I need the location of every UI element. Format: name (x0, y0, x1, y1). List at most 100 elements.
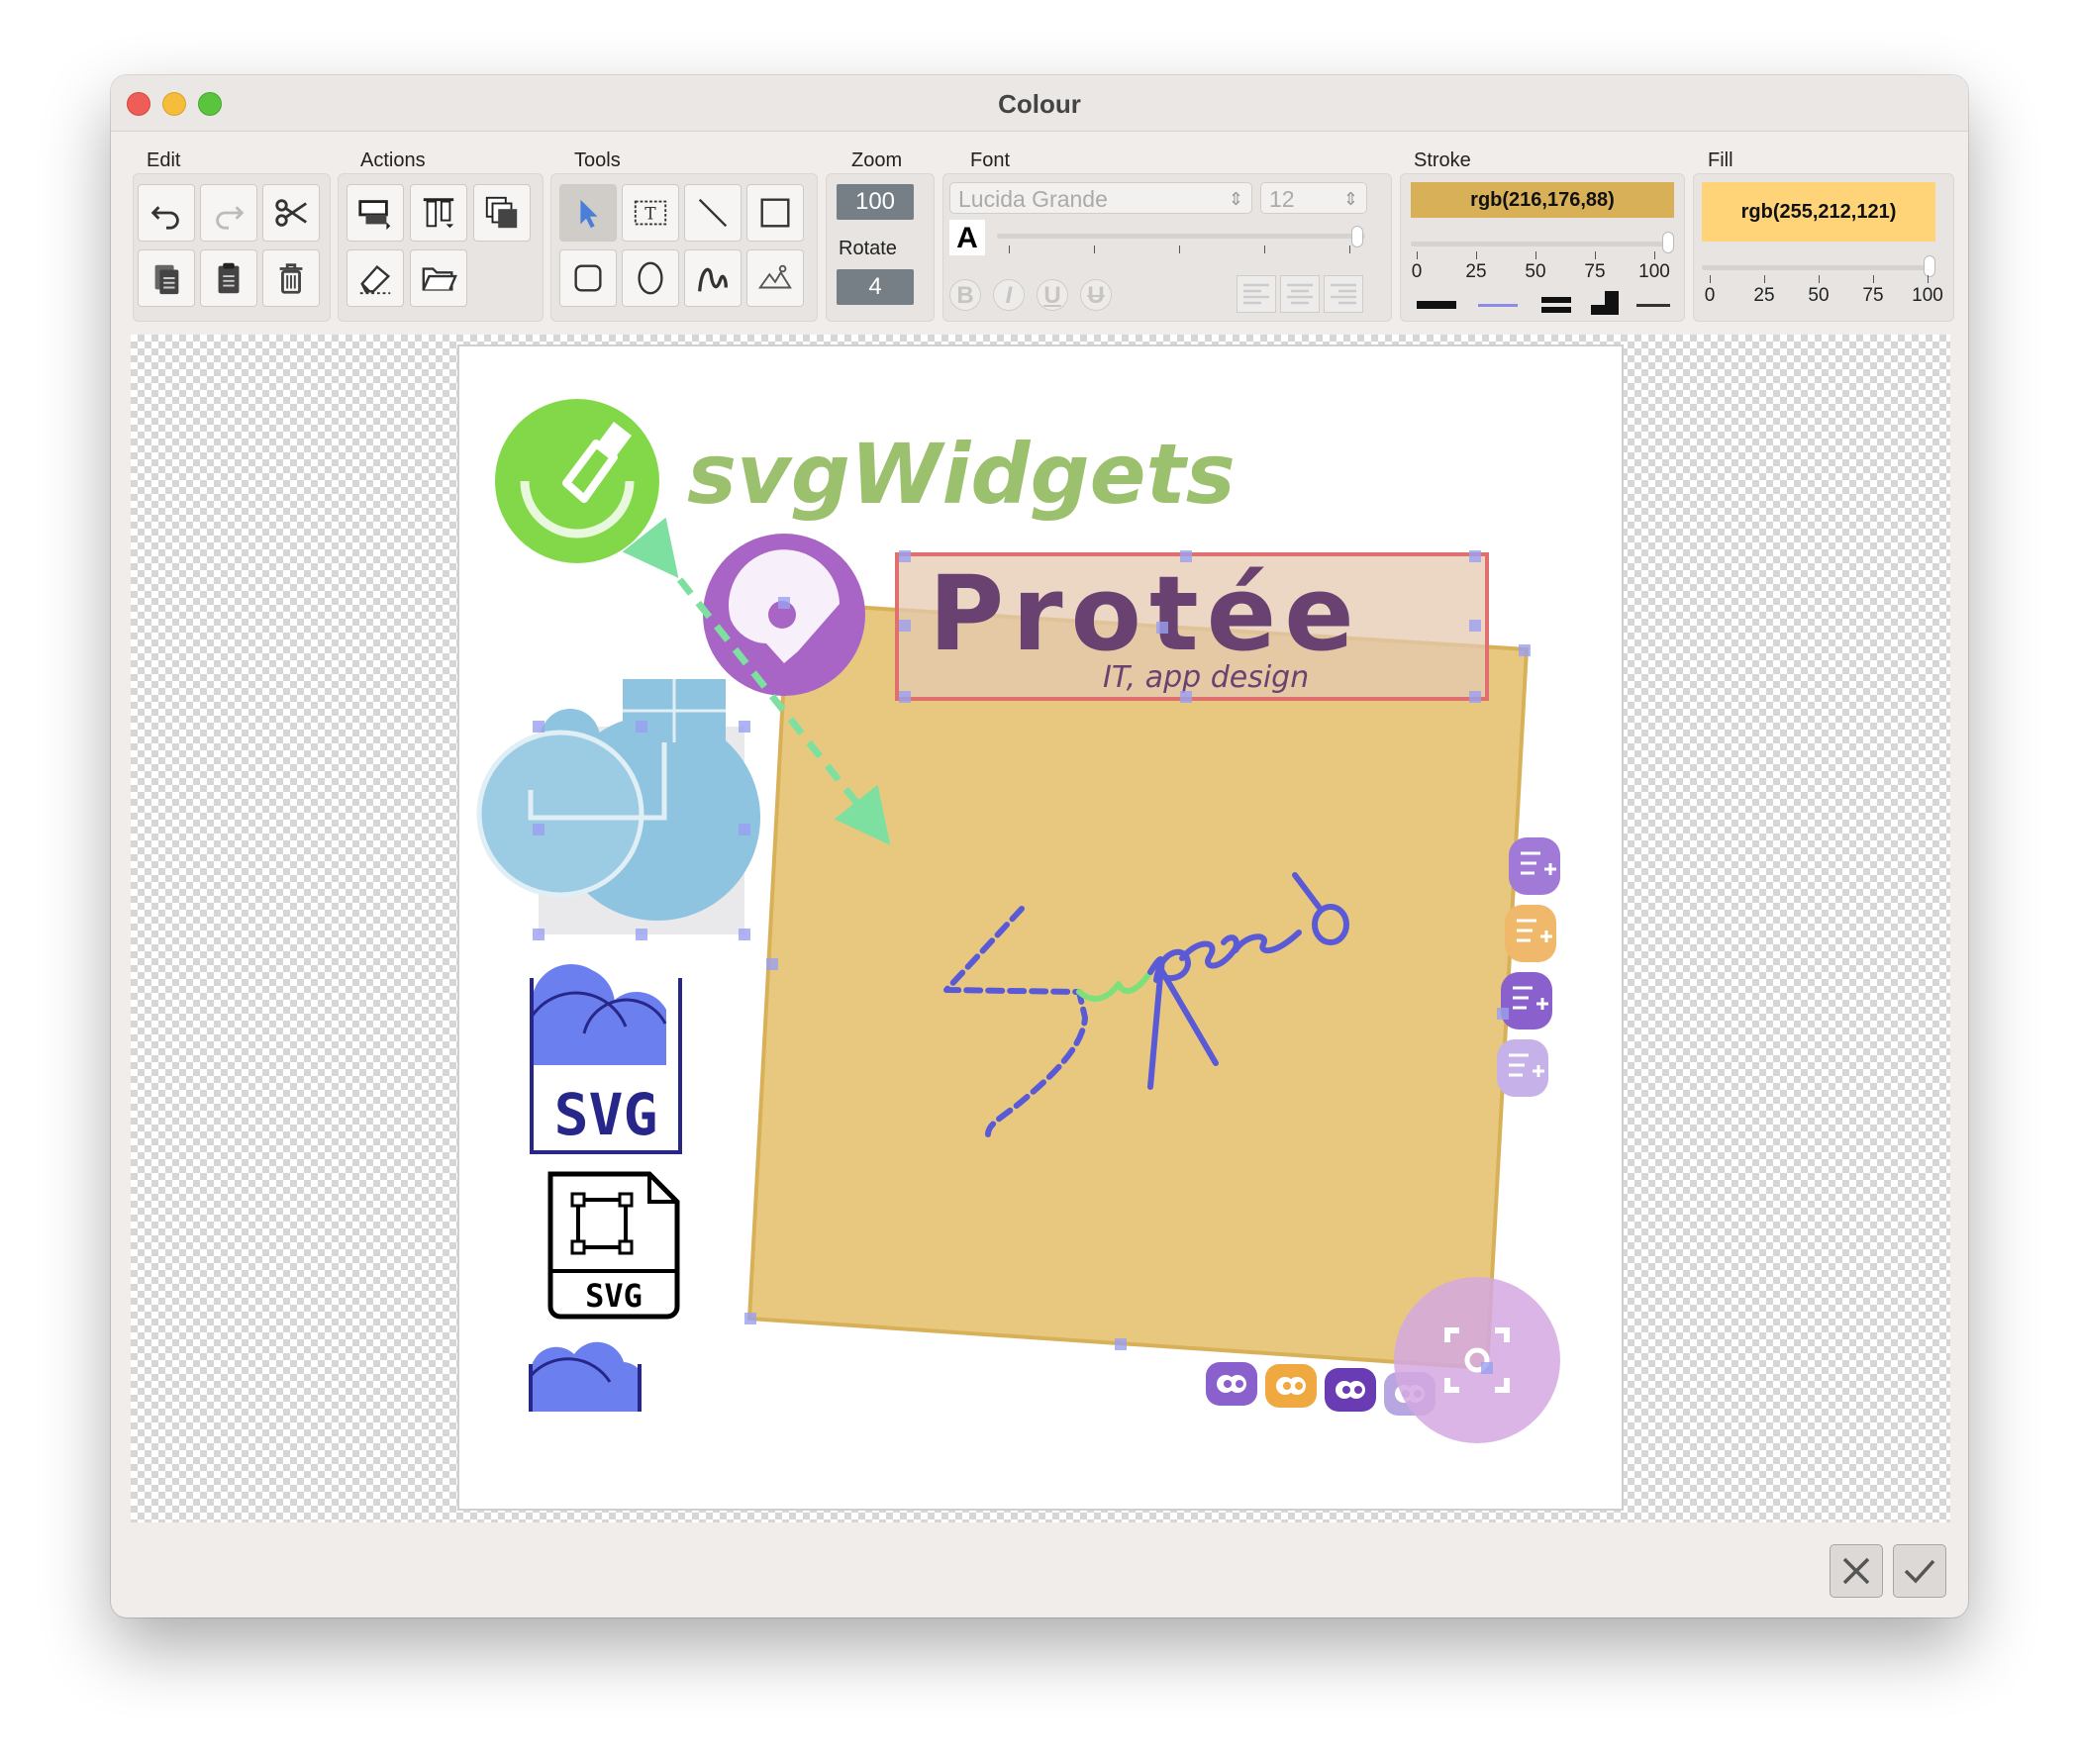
stroke-double-line-option[interactable] (1541, 297, 1571, 313)
cancel-x-icon (1842, 1557, 1870, 1585)
stroke-width-thin-option[interactable] (1478, 304, 1518, 307)
text-tool-button[interactable]: T (622, 184, 679, 242)
align-left-button[interactable] (1237, 275, 1276, 313)
confirm-button[interactable] (1893, 1544, 1946, 1598)
add-list-button-orange[interactable] (1505, 905, 1556, 962)
focus-scan-button[interactable] (1394, 1277, 1560, 1443)
line-tool-icon (698, 198, 728, 228)
eye-button-purple[interactable] (1206, 1362, 1257, 1406)
rotate-label: Rotate (839, 238, 897, 259)
freehand-tool-button[interactable] (684, 249, 742, 307)
redo-icon (216, 206, 245, 230)
fill-opacity-thumb[interactable] (1924, 255, 1935, 277)
protee-logo-text: Protée (929, 553, 1362, 674)
protee-subtitle: IT, app design (1103, 660, 1309, 695)
open-folder-button[interactable] (410, 249, 467, 307)
paste-button[interactable] (200, 249, 257, 307)
stroke-color-button[interactable]: rgb(216,176,88) (1411, 182, 1674, 218)
colour-window: Colour Edit Actions Tools Zoom Font Stro… (111, 75, 1968, 1617)
image-tool-button[interactable] (746, 249, 804, 307)
cut-button[interactable] (262, 184, 320, 242)
rounded-rect-tool-button[interactable] (559, 249, 617, 307)
tools-group-label: Tools (574, 149, 621, 171)
align-icon (423, 198, 454, 229)
fill-opacity-track[interactable] (1702, 265, 1935, 270)
opacity-tick-label: 25 (1753, 285, 1775, 306)
add-list-button-violet[interactable] (1501, 972, 1552, 1029)
text-tool-icon: T (634, 200, 667, 226)
title-bar: Colour (111, 75, 1968, 132)
duplicate-button[interactable] (473, 184, 531, 242)
delete-button[interactable] (262, 249, 320, 307)
opacity-tick (1710, 275, 1711, 283)
opacity-tick (1595, 251, 1596, 259)
italic-button[interactable]: I (993, 279, 1025, 311)
align-center-button[interactable] (1280, 275, 1320, 313)
move-to-front-button[interactable] (346, 184, 404, 242)
eye-button-orange[interactable] (1265, 1364, 1317, 1408)
opacity-tick-label: 75 (1584, 261, 1606, 282)
edit-group-label: Edit (147, 149, 181, 171)
stroke-join-option[interactable] (1591, 291, 1619, 315)
protee-logo[interactable]: Protée IT, app design (703, 534, 1489, 701)
image-tool-icon (757, 264, 792, 289)
svgwidgets-logo-text: svgWidgets (687, 426, 1236, 523)
bold-button[interactable]: B (949, 279, 981, 311)
svg-file-icon[interactable]: SVG (547, 1171, 680, 1320)
rounded-rect-tool-icon (574, 264, 602, 292)
font-panel: Lucida Grande ⇕ 12 ⇕ A B I U U (942, 173, 1392, 322)
opacity-tick-label: 50 (1525, 261, 1546, 282)
opacity-tick (1928, 275, 1929, 283)
zoom-value-field[interactable]: 100 (837, 184, 914, 220)
svg-file-label: SVG (585, 1277, 643, 1315)
select-tool-button[interactable] (559, 184, 617, 242)
actions-panel (338, 173, 544, 322)
line-tool-button[interactable] (684, 184, 742, 242)
stroke-opacity-track[interactable] (1411, 242, 1674, 246)
drawing-canvas[interactable]: svgWidgets Protée IT, app design SVG SVG (131, 335, 1950, 1522)
opacity-tick (1764, 275, 1765, 283)
ellipse-tool-button[interactable] (622, 249, 679, 307)
copy-button[interactable] (138, 249, 195, 307)
opacity-tick-label: 0 (1704, 285, 1716, 306)
tools-panel: T (550, 173, 818, 322)
rotate-value-field[interactable]: 4 (837, 269, 914, 305)
undo-button[interactable] (138, 184, 195, 242)
duplicate-icon (485, 196, 518, 229)
opacity-tick (1476, 251, 1477, 259)
align-right-button[interactable] (1324, 275, 1363, 313)
font-size-select[interactable]: 12 ⇕ (1260, 182, 1367, 214)
strikethrough-button[interactable]: U (1080, 279, 1112, 311)
cancel-button[interactable] (1830, 1544, 1883, 1598)
stroke-opacity-thumb[interactable] (1662, 232, 1674, 253)
font-slider-track[interactable] (997, 234, 1365, 239)
font-slider-thumb[interactable] (1351, 226, 1363, 247)
redo-button[interactable] (200, 184, 257, 242)
undo-icon (150, 206, 179, 230)
align-button[interactable] (410, 184, 467, 242)
zoom-rotate-panel: 100 Rotate 4 (826, 173, 935, 322)
rectangle-tool-button[interactable] (746, 184, 804, 242)
canvas-area[interactable]: svgWidgets Protée IT, app design SVG SVG (131, 335, 1950, 1522)
font-family-select[interactable]: Lucida Grande ⇕ (949, 182, 1252, 214)
align-right-icon (1331, 283, 1356, 305)
copy-icon (154, 264, 179, 295)
add-list-button-lilac[interactable] (1497, 1039, 1548, 1097)
underline-button[interactable]: U (1037, 279, 1068, 311)
cut-icon (275, 199, 308, 227)
opacity-tick-label: 0 (1411, 261, 1423, 282)
open-folder-icon (422, 267, 457, 291)
window-title: Colour (998, 89, 1081, 119)
add-list-button-purple[interactable] (1509, 837, 1560, 895)
confirm-check-icon (1904, 1559, 1935, 1584)
fill-color-button[interactable]: rgb(255,212,121) (1702, 182, 1935, 242)
align-center-icon (1287, 283, 1313, 305)
font-color-button[interactable]: A (949, 220, 985, 255)
eye-button-violet[interactable] (1325, 1368, 1376, 1412)
stroke-dash-option[interactable] (1636, 304, 1670, 307)
opacity-tick (1535, 251, 1536, 259)
eraser-button[interactable] (346, 249, 404, 307)
svgwidgets-logo-icon (495, 399, 659, 563)
stroke-width-thick-option[interactable] (1417, 301, 1456, 309)
zoom-group-label: Zoom (851, 149, 903, 171)
